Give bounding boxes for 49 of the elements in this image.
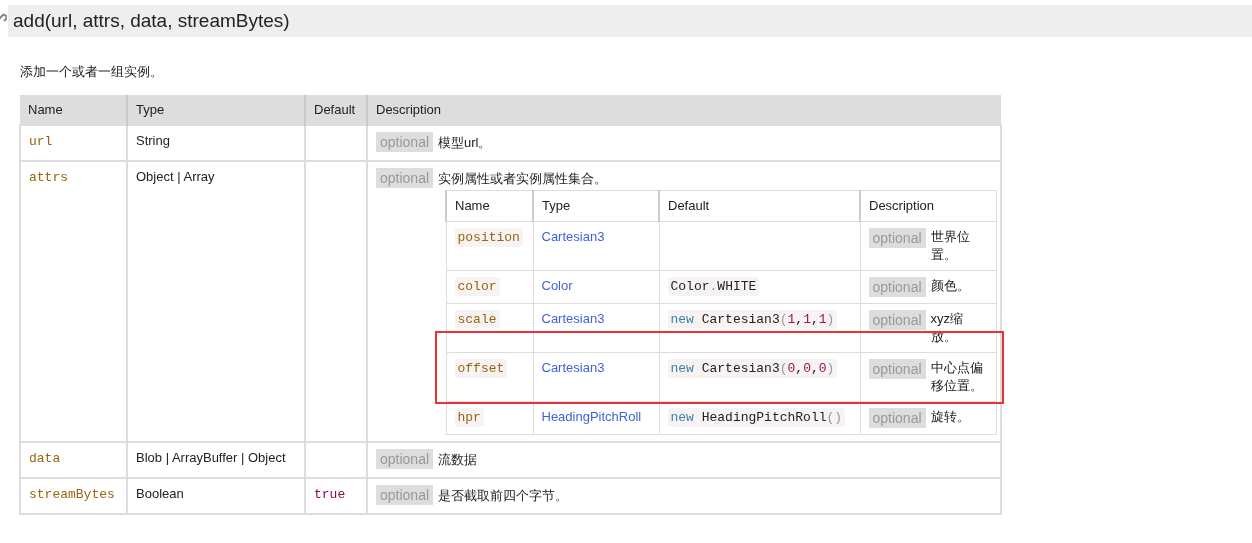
optional-badge: optional xyxy=(868,408,926,428)
column-header: Type xyxy=(127,95,305,125)
type-link[interactable]: Cartesian3 xyxy=(541,229,605,244)
property-description: 中心点偏移位置。 xyxy=(930,359,984,395)
property-name: position xyxy=(454,228,523,247)
property-description: 世界位置。 xyxy=(930,228,971,264)
optional-badge: optional xyxy=(868,228,926,248)
property-name: scale xyxy=(454,310,500,329)
param-type: Blob | ArrayBuffer | Object xyxy=(136,450,286,465)
param-name: attrs xyxy=(29,170,68,185)
column-header: Type xyxy=(533,190,659,222)
property-name: color xyxy=(454,277,500,296)
type-link[interactable]: Cartesian3 xyxy=(541,311,605,326)
optional-badge: optional xyxy=(868,359,926,379)
column-header: Name xyxy=(20,95,127,125)
param-type: String xyxy=(136,133,170,148)
default-value: new Cartesian3(1,1,1) xyxy=(667,310,838,329)
param-description: 实例属性或者实例属性集合。 xyxy=(438,171,608,186)
type-link[interactable]: Cartesian3 xyxy=(541,360,605,375)
property-name: offset xyxy=(454,359,508,378)
default-value: true xyxy=(314,487,346,502)
type-link[interactable]: Color xyxy=(541,278,573,293)
column-header: Description xyxy=(860,190,996,222)
param-type: Object | Array xyxy=(136,169,215,184)
column-header: Description xyxy=(367,95,1001,125)
optional-badge: optional xyxy=(868,277,926,297)
method-signature: add(url, attrs, data, streamBytes) xyxy=(8,5,1252,37)
param-description: 流数据 xyxy=(438,452,478,467)
param-description: 是否截取前四个字节。 xyxy=(438,488,569,503)
property-description: 旋转。 xyxy=(930,408,970,426)
param-type: Boolean xyxy=(136,486,184,501)
default-value: new HeadingPitchRoll() xyxy=(667,408,846,427)
column-header: Name xyxy=(446,190,533,222)
property-description: 颜色。 xyxy=(930,277,970,295)
optional-badge: optional xyxy=(376,449,434,469)
column-header: Default xyxy=(305,95,367,125)
param-name: url xyxy=(29,134,53,149)
param-name: data xyxy=(29,451,61,466)
param-name: streamBytes xyxy=(29,487,115,502)
param-description: 模型url。 xyxy=(438,135,492,150)
optional-badge: optional xyxy=(376,168,434,188)
default-value: new Cartesian3(0,0,0) xyxy=(667,359,838,378)
column-header: Default xyxy=(659,190,860,222)
method-summary: 添加一个或者一组实例。 xyxy=(20,63,164,81)
property-name: hpr xyxy=(454,408,484,427)
optional-badge: optional xyxy=(376,485,434,505)
optional-badge: optional xyxy=(376,132,434,152)
default-value: Color.WHITE xyxy=(667,277,760,296)
optional-badge: optional xyxy=(868,310,926,330)
